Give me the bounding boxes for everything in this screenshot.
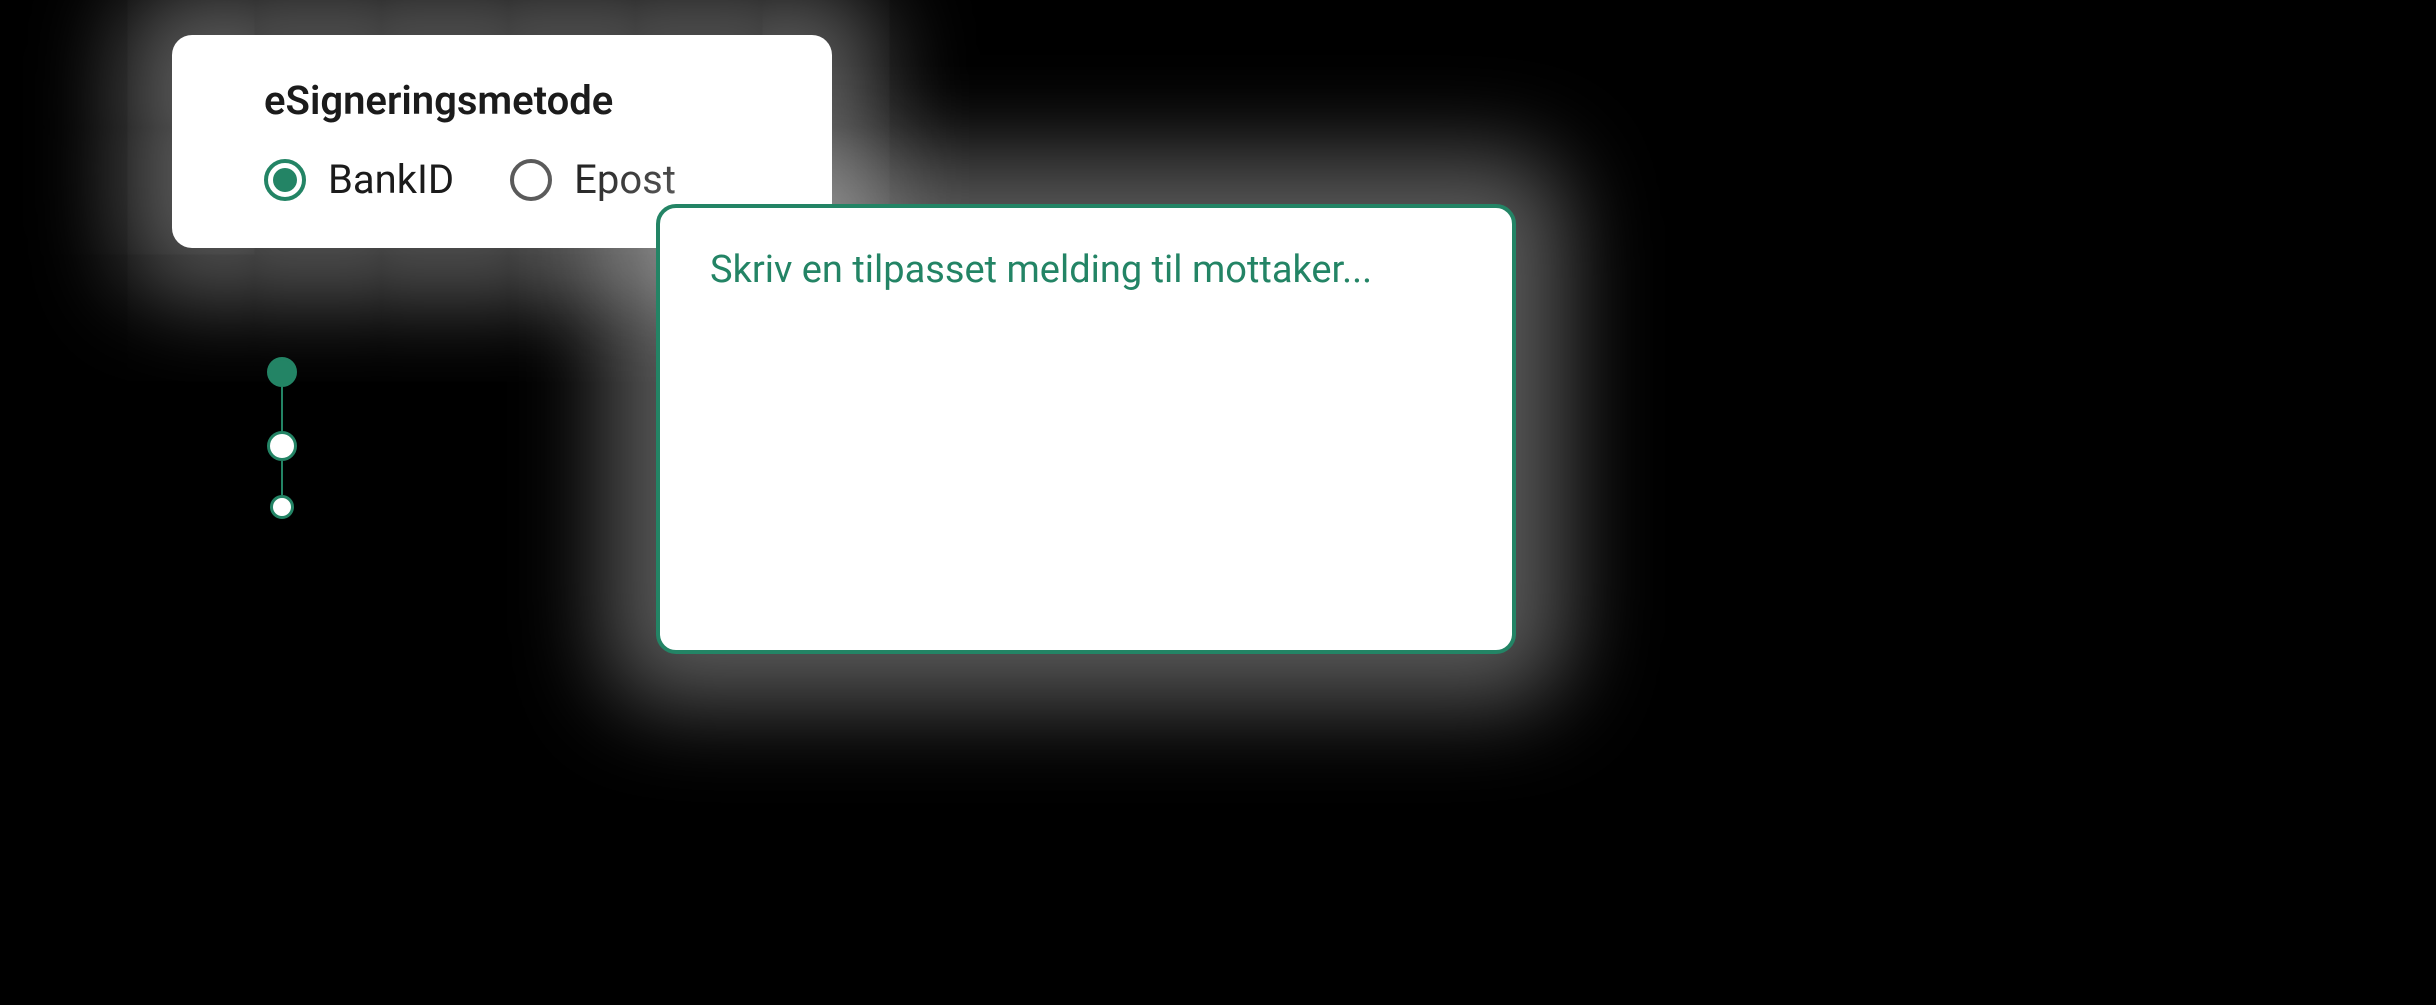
radio-icon bbox=[510, 159, 552, 201]
radio-option-bankid[interactable]: BankID bbox=[264, 156, 454, 203]
step-dot-1 bbox=[267, 357, 297, 387]
step-line bbox=[281, 387, 283, 431]
signing-method-title: eSigneringsmetode bbox=[264, 77, 740, 124]
message-placeholder: Skriv en tilpasset melding til mottaker.… bbox=[710, 248, 1462, 292]
radio-selected-icon bbox=[273, 168, 297, 192]
step-dot-2 bbox=[267, 431, 297, 461]
signing-method-radio-group: BankID Epost bbox=[264, 156, 740, 203]
progress-stepper bbox=[267, 357, 297, 519]
radio-label-epost: Epost bbox=[574, 156, 676, 203]
step-dot-3 bbox=[270, 495, 294, 519]
message-textarea[interactable]: Skriv en tilpasset melding til mottaker.… bbox=[656, 204, 1516, 654]
radio-option-epost[interactable]: Epost bbox=[510, 156, 676, 203]
step-line bbox=[281, 461, 283, 495]
radio-icon bbox=[264, 159, 306, 201]
radio-label-bankid: BankID bbox=[328, 156, 454, 203]
